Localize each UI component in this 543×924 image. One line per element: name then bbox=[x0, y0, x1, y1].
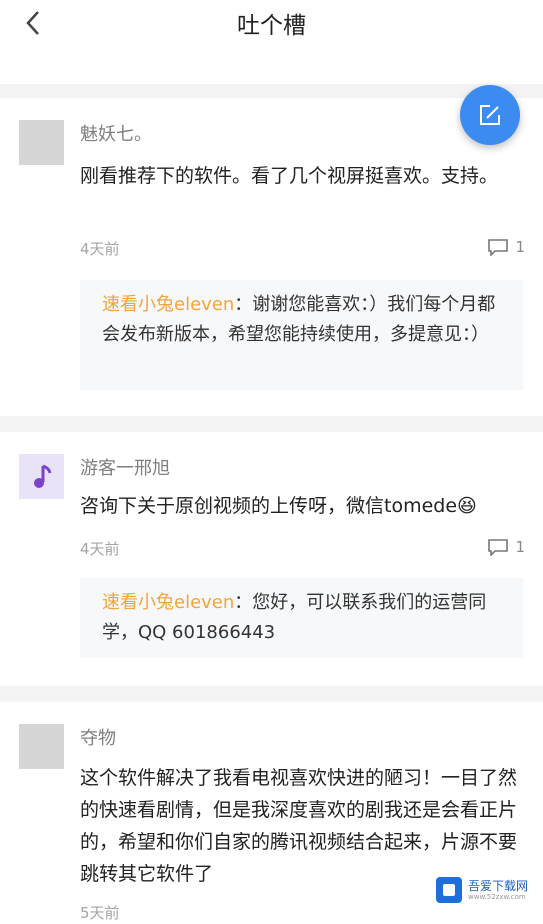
comment-bubble-icon bbox=[488, 239, 509, 256]
comment-content: 咨询下关于原创视频的上传呀，微信tomede😆 bbox=[80, 495, 477, 517]
reply-count: 1 bbox=[515, 238, 525, 256]
comment-author[interactable]: 夺物 bbox=[80, 724, 116, 750]
app-header: 吐个槽 bbox=[0, 0, 543, 48]
compose-button[interactable] bbox=[460, 85, 520, 145]
reply-box: 速看小兔eleven：您好，可以联系我们的运营同学，QQ 601866443 bbox=[80, 578, 523, 658]
section-divider bbox=[0, 416, 543, 432]
header-spacer bbox=[0, 48, 543, 84]
comment-content: 刚看推荐下的软件。看了几个视屏挺喜欢。支持。 bbox=[80, 165, 499, 187]
comment-time: 4天前 bbox=[80, 540, 120, 558]
watermark-text: 吾爱下载网 bbox=[468, 879, 529, 893]
site-logo-icon bbox=[436, 877, 462, 903]
watermark-url: www.52zxw.com bbox=[468, 893, 526, 901]
reply-box: 速看小兔eleven：谢谢您能喜欢：）我们每个月都会发布新版本，希望您能持续使用… bbox=[80, 280, 523, 390]
comment-item: 游客一邢旭 咨询下关于原创视频的上传呀，微信tomede😆 4天前 1 速看小兔… bbox=[0, 432, 543, 686]
comment-bubble-icon bbox=[488, 539, 509, 556]
comment-author[interactable]: 魅妖七。 bbox=[80, 120, 152, 146]
avatar[interactable] bbox=[19, 454, 64, 499]
reply-button[interactable]: 1 bbox=[487, 238, 525, 256]
site-watermark: 吾爱下载网 www.52zxw.com bbox=[432, 872, 536, 908]
section-divider bbox=[0, 84, 543, 98]
music-note-icon bbox=[34, 464, 52, 488]
edit-icon bbox=[480, 105, 500, 125]
avatar[interactable] bbox=[19, 120, 64, 165]
avatar[interactable] bbox=[19, 724, 64, 769]
comment-author[interactable]: 游客一邢旭 bbox=[80, 454, 170, 480]
reply-separator: ： bbox=[234, 294, 253, 315]
reply-author[interactable]: 速看小兔eleven bbox=[102, 294, 234, 315]
comment-time: 5天前 bbox=[80, 904, 120, 922]
comment-item: 魅妖七。 刚看推荐下的软件。看了几个视屏挺喜欢。支持。 4天前 1 速看小兔el… bbox=[0, 98, 543, 416]
reply-author[interactable]: 速看小兔eleven bbox=[102, 592, 234, 613]
comment-content: 这个软件解决了我看电视喜欢快进的陋习！一目了然的快速看剧情，但是我深度喜欢的剧我… bbox=[80, 767, 518, 885]
comment-time: 4天前 bbox=[80, 240, 120, 258]
page-title: 吐个槽 bbox=[237, 13, 306, 39]
reply-separator: ： bbox=[234, 592, 253, 613]
reply-count: 1 bbox=[515, 538, 525, 556]
section-divider bbox=[0, 686, 543, 702]
reply-button[interactable]: 1 bbox=[487, 538, 525, 556]
